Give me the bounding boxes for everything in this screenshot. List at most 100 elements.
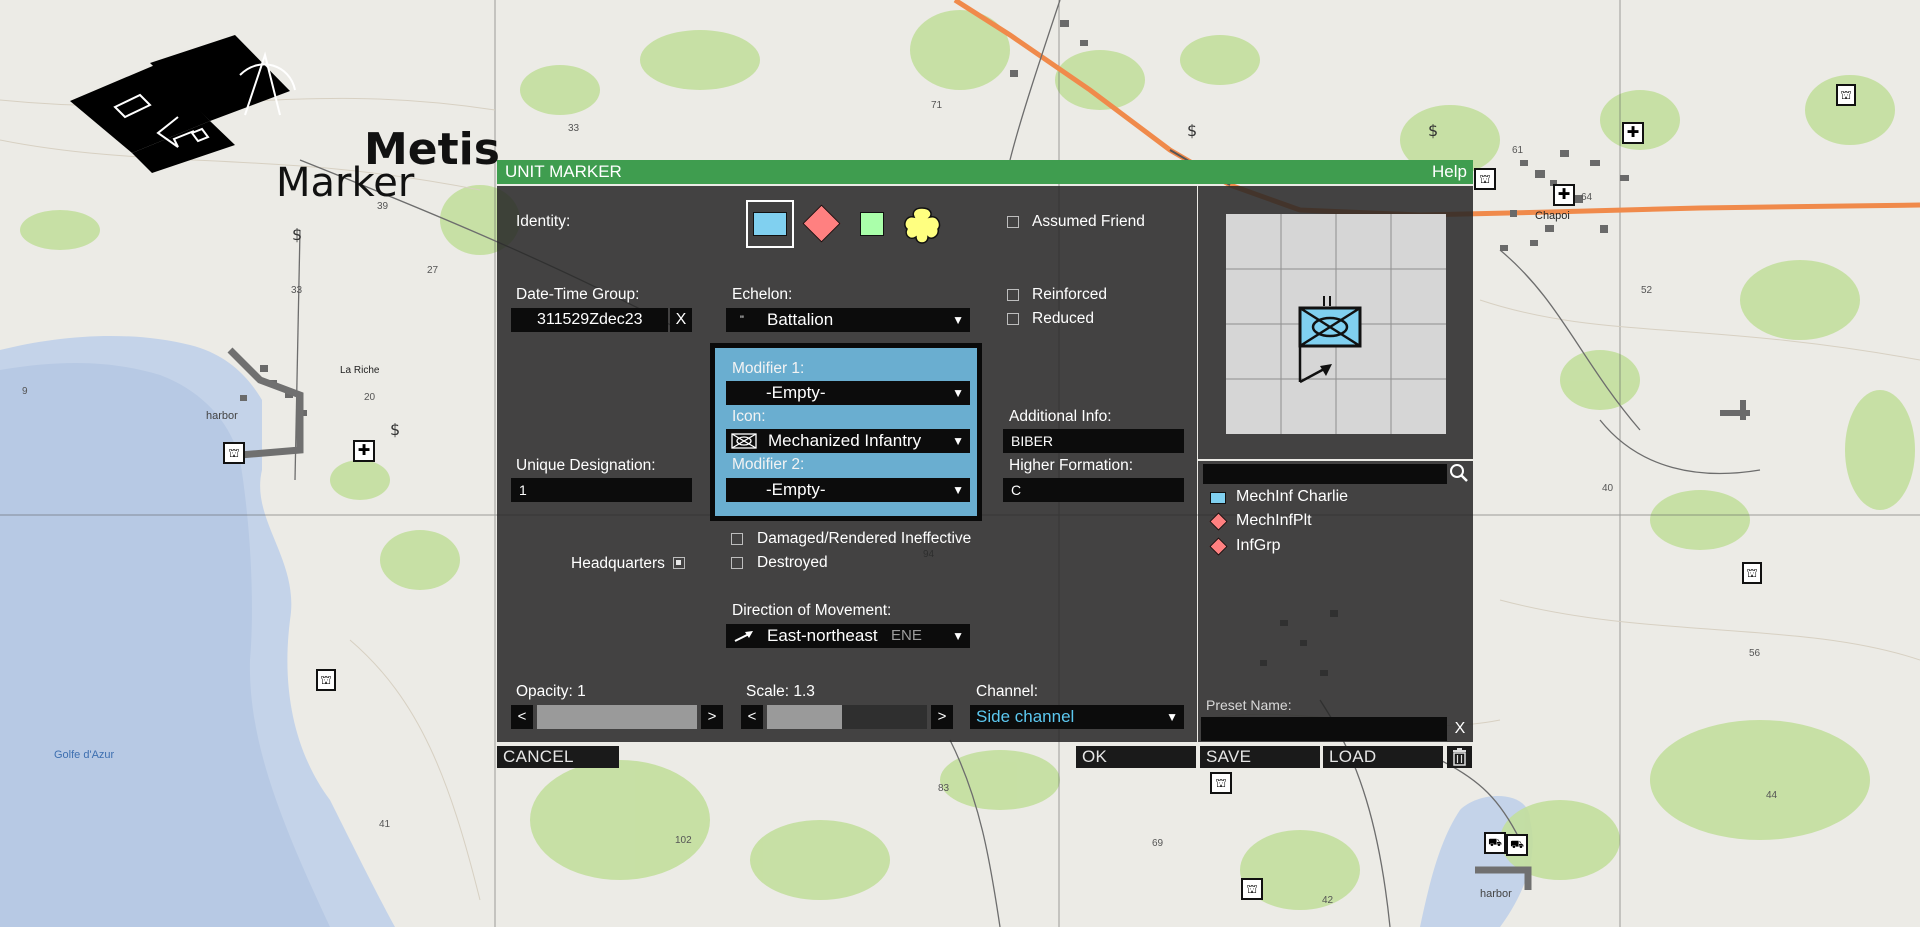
preset-name-clear-button[interactable]: X	[1449, 717, 1471, 741]
svg-text:9: 9	[22, 386, 28, 397]
echelon-dropdown[interactable]: " Battalion ▼	[726, 308, 970, 332]
identity-friend-option[interactable]	[746, 200, 794, 248]
opacity-slider[interactable]	[537, 705, 697, 729]
chevron-down-icon: ▼	[1166, 710, 1178, 724]
svg-text:$: $	[1428, 121, 1438, 140]
scale-increase-button[interactable]: >	[931, 705, 953, 729]
dtg-input[interactable]: 311529Zdec23	[511, 308, 668, 332]
map-poi-icon[interactable]: ⛫	[1836, 84, 1856, 106]
map-poi-icon[interactable]: ⛫	[1742, 562, 1762, 584]
map-poi-icon[interactable]: ⛫	[1210, 772, 1232, 794]
lighthouse-icon[interactable]: ⛫	[316, 669, 336, 691]
preset-item-3[interactable]: InfGrp	[1236, 537, 1280, 555]
modifier1-label: Modifier 1:	[732, 360, 805, 377]
dialog-title-bar[interactable]: UNIT MARKER Help	[497, 160, 1473, 184]
mechanized-infantry-icon	[731, 433, 757, 449]
direction-abbr: ENE	[891, 627, 922, 644]
destroyed-label: Destroyed	[757, 554, 828, 571]
arrow-east-northeast-icon	[734, 631, 753, 642]
ok-button[interactable]: OK	[1076, 746, 1196, 768]
damaged-checkbox[interactable]	[731, 533, 743, 545]
search-icon[interactable]	[1449, 462, 1469, 484]
chevron-down-icon: ▼	[952, 434, 964, 448]
medical-cross-icon[interactable]: ✚	[1553, 184, 1575, 206]
preset-item-2[interactable]: MechInfPlt	[1236, 512, 1312, 530]
scale-slider[interactable]	[767, 705, 927, 729]
chevron-down-icon: ▼	[952, 629, 964, 643]
map-poi-icon[interactable]: ⛫	[1241, 878, 1263, 900]
svg-text:64: 64	[1581, 192, 1593, 203]
chevron-down-icon: ▼	[952, 483, 964, 497]
svg-text:102: 102	[675, 835, 692, 846]
identity-unknown-option[interactable]	[902, 205, 942, 245]
svg-text:33: 33	[568, 123, 580, 134]
chevron-down-icon: ▼	[952, 386, 964, 400]
medical-cross-icon[interactable]: ✚	[353, 440, 375, 462]
svg-text:71: 71	[931, 100, 943, 111]
unique-designation-input[interactable]: 1	[511, 478, 692, 502]
bus-stop-icon[interactable]: ⛟	[1506, 834, 1528, 856]
opacity-decrease-button[interactable]: <	[511, 705, 533, 729]
svg-text:27: 27	[427, 265, 439, 276]
map-poi-icon[interactable]: ⛫	[1474, 168, 1496, 190]
identity-label: Identity:	[516, 213, 571, 230]
icon-dropdown[interactable]: Mechanized Infantry ▼	[726, 429, 970, 453]
assumed-friend-checkbox[interactable]	[1007, 216, 1019, 228]
dtg-clear-button[interactable]: X	[670, 308, 692, 332]
scale-label: Scale: 1.3	[746, 683, 815, 700]
map-label-town-right: Chapoi	[1535, 210, 1570, 222]
reinforced-checkbox[interactable]	[1007, 289, 1019, 301]
additional-info-input[interactable]: BIBER	[1003, 429, 1184, 453]
svg-text:42: 42	[1322, 895, 1334, 906]
medical-cross-icon[interactable]: ✚	[1622, 122, 1644, 144]
svg-text:$: $	[1187, 121, 1197, 140]
scale-decrease-button[interactable]: <	[741, 705, 763, 729]
map-label-harbor-right: harbor	[1480, 888, 1512, 900]
direction-value: East-northeast	[767, 626, 878, 645]
map-label-town-left: La Riche	[340, 365, 380, 376]
preset-name-input[interactable]	[1201, 717, 1447, 741]
modifier1-dropdown[interactable]: -Empty- ▼	[726, 381, 970, 405]
opacity-increase-button[interactable]: >	[701, 705, 723, 729]
svg-text:52: 52	[1641, 285, 1653, 296]
preset-name-label: Preset Name:	[1206, 697, 1292, 713]
trash-icon	[1453, 748, 1466, 766]
preset-search-input[interactable]	[1203, 464, 1447, 484]
headquarters-checkbox[interactable]	[673, 557, 685, 569]
svg-text:33: 33	[291, 285, 303, 296]
destroyed-checkbox[interactable]	[731, 557, 743, 569]
direction-dropdown[interactable]: East-northeast ENE ▼	[726, 624, 970, 648]
save-button[interactable]: SAVE	[1200, 746, 1320, 768]
marker-preview	[1226, 214, 1446, 434]
svg-text:$: $	[292, 225, 302, 244]
delete-preset-button[interactable]	[1447, 746, 1472, 768]
modifier2-dropdown[interactable]: -Empty- ▼	[726, 478, 970, 502]
reduced-checkbox[interactable]	[1007, 313, 1019, 325]
dialog-title: UNIT MARKER	[505, 162, 622, 181]
additional-info-label: Additional Info:	[1009, 408, 1112, 425]
higher-formation-input[interactable]: C	[1003, 478, 1184, 502]
icon-value: Mechanized Infantry	[768, 431, 922, 450]
direction-label: Direction of Movement:	[732, 602, 892, 619]
help-link[interactable]: Help	[1432, 160, 1467, 184]
map-label-gulf: Golfe d'Azur	[54, 749, 115, 761]
svg-text:69: 69	[1152, 838, 1164, 849]
damaged-label: Damaged/Rendered Ineffective	[757, 530, 972, 547]
load-button[interactable]: LOAD	[1323, 746, 1443, 768]
icon-label: Icon:	[732, 408, 766, 425]
preset-friend-icon	[1210, 492, 1226, 504]
svg-text:44: 44	[1766, 790, 1778, 801]
reinforced-label: Reinforced	[1032, 286, 1107, 303]
cancel-button[interactable]: CANCEL	[497, 746, 619, 768]
map-label-harbor-left: harbor	[206, 410, 238, 422]
svg-text:56: 56	[1749, 648, 1761, 659]
channel-dropdown[interactable]: Side channel ▼	[970, 705, 1184, 729]
preset-item-1[interactable]: MechInf Charlie	[1236, 488, 1348, 506]
modifier2-label: Modifier 2:	[732, 456, 805, 473]
bus-stop-icon[interactable]: ⛟	[1484, 832, 1506, 854]
dtg-label: Date-Time Group:	[516, 286, 640, 303]
lighthouse-icon[interactable]: ⛫	[223, 442, 245, 464]
echelon-label: Echelon:	[732, 286, 793, 303]
identity-neutral-option[interactable]	[860, 212, 884, 236]
echelon-symbol-icon: "	[740, 314, 744, 326]
